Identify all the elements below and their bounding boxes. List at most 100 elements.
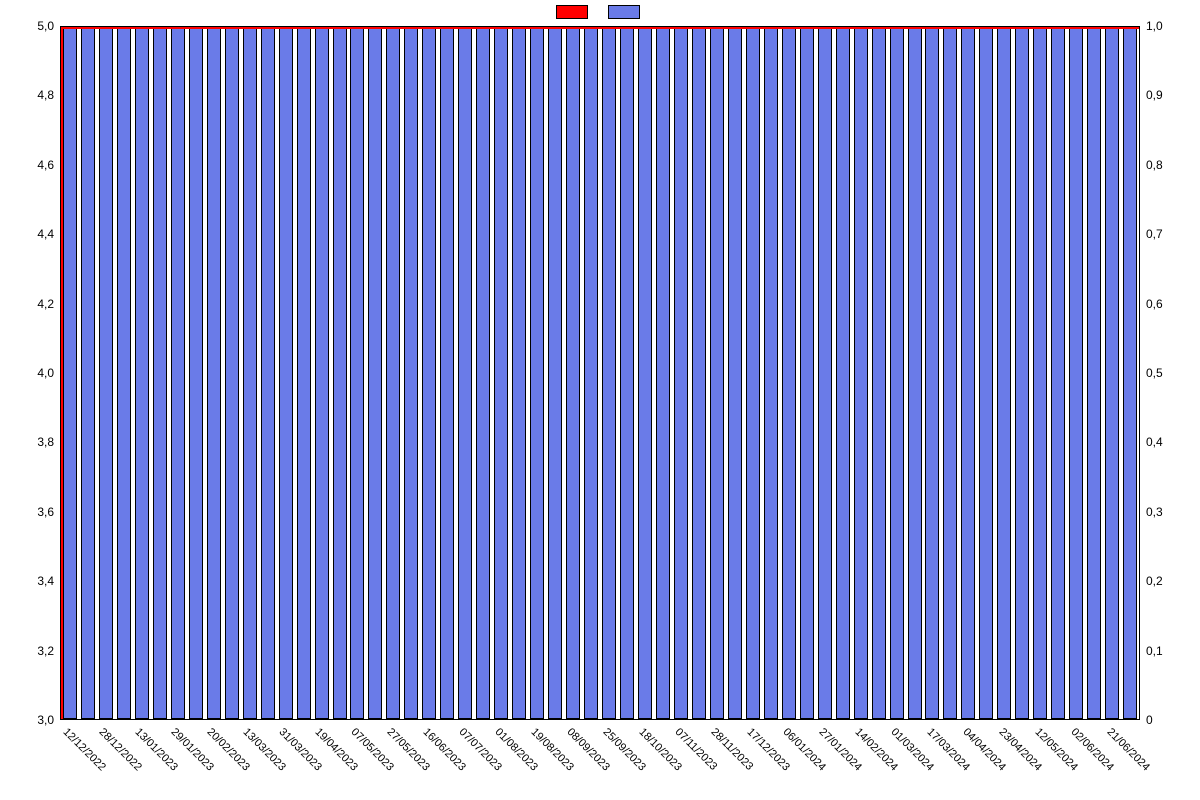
bar-slot bbox=[906, 27, 924, 719]
bar bbox=[404, 27, 418, 719]
bar bbox=[440, 27, 454, 719]
bar-slot bbox=[654, 27, 672, 719]
bar-slot bbox=[205, 27, 223, 719]
y-left-tick: 3,2 bbox=[0, 644, 60, 658]
bar bbox=[872, 27, 886, 719]
y-right-tick: 0,3 bbox=[1140, 505, 1200, 519]
bar-slot bbox=[546, 27, 564, 719]
bar bbox=[476, 27, 490, 719]
y-right-tick: 0,7 bbox=[1140, 227, 1200, 241]
bar-slot bbox=[816, 27, 834, 719]
bar bbox=[800, 27, 814, 719]
bar-slot bbox=[349, 27, 367, 719]
y-right-tick: 1,0 bbox=[1140, 19, 1200, 33]
bar bbox=[710, 27, 724, 719]
x-axis: 12/12/202228/12/202213/01/202329/01/2023… bbox=[60, 720, 1140, 800]
y-axis-right: 00,10,20,30,40,50,60,70,80,91,0 bbox=[1140, 26, 1200, 720]
bar-slot bbox=[331, 27, 349, 719]
bar bbox=[602, 27, 616, 719]
bar bbox=[333, 27, 347, 719]
bar-slot bbox=[456, 27, 474, 719]
bar-slot bbox=[600, 27, 618, 719]
bar bbox=[890, 27, 904, 719]
bar-slot bbox=[672, 27, 690, 719]
bar-slot bbox=[277, 27, 295, 719]
bar bbox=[81, 27, 95, 719]
bar-slot bbox=[187, 27, 205, 719]
bar-slot bbox=[888, 27, 906, 719]
bar bbox=[315, 27, 329, 719]
bar-slot bbox=[133, 27, 151, 719]
bar-slot bbox=[384, 27, 402, 719]
y-left-tick: 5,0 bbox=[0, 19, 60, 33]
bar bbox=[350, 27, 364, 719]
bar bbox=[548, 27, 562, 719]
bar-slot bbox=[1013, 27, 1031, 719]
bar bbox=[1033, 27, 1047, 719]
bar-slot bbox=[420, 27, 438, 719]
bar-slot bbox=[798, 27, 816, 719]
y-left-tick: 3,4 bbox=[0, 574, 60, 588]
series-line-top bbox=[61, 27, 1139, 29]
bar bbox=[638, 27, 652, 719]
bar-slot bbox=[169, 27, 187, 719]
bar bbox=[908, 27, 922, 719]
y-right-tick: 0,2 bbox=[1140, 574, 1200, 588]
bar-slot bbox=[780, 27, 798, 719]
bar-slot bbox=[223, 27, 241, 719]
bar bbox=[566, 27, 580, 719]
bar-slot bbox=[924, 27, 942, 719]
bar bbox=[207, 27, 221, 719]
bar-slot bbox=[528, 27, 546, 719]
y-right-tick: 0,8 bbox=[1140, 158, 1200, 172]
bar-slot bbox=[959, 27, 977, 719]
bar-slot bbox=[366, 27, 384, 719]
bar bbox=[422, 27, 436, 719]
bar-slot bbox=[79, 27, 97, 719]
bar-slot bbox=[151, 27, 169, 719]
bar-slot bbox=[61, 27, 79, 719]
bar-slot bbox=[618, 27, 636, 719]
bar bbox=[458, 27, 472, 719]
bar-slot bbox=[941, 27, 959, 719]
bar-slot bbox=[708, 27, 726, 719]
bar bbox=[1069, 27, 1083, 719]
bar bbox=[1105, 27, 1119, 719]
bar-slot bbox=[852, 27, 870, 719]
bar bbox=[818, 27, 832, 719]
bar-slot bbox=[510, 27, 528, 719]
y-left-tick: 3,8 bbox=[0, 435, 60, 449]
bar-slot bbox=[870, 27, 888, 719]
bar bbox=[997, 27, 1011, 719]
bar bbox=[368, 27, 382, 719]
bar bbox=[117, 27, 131, 719]
bar-slot bbox=[438, 27, 456, 719]
bars-layer bbox=[61, 27, 1139, 719]
legend-swatch-red-icon bbox=[556, 5, 588, 19]
bar-slot bbox=[295, 27, 313, 719]
y-left-tick: 4,0 bbox=[0, 366, 60, 380]
bar-slot bbox=[1121, 27, 1139, 719]
bar bbox=[243, 27, 257, 719]
bar bbox=[512, 27, 526, 719]
y-left-tick: 3,6 bbox=[0, 505, 60, 519]
series-line-left bbox=[61, 27, 63, 719]
bar-slot bbox=[995, 27, 1013, 719]
bar bbox=[189, 27, 203, 719]
bar bbox=[494, 27, 508, 719]
bar-slot bbox=[744, 27, 762, 719]
bar-slot bbox=[1049, 27, 1067, 719]
bar-slot bbox=[1085, 27, 1103, 719]
y-right-tick: 0,4 bbox=[1140, 435, 1200, 449]
bar bbox=[1015, 27, 1029, 719]
bar-slot bbox=[474, 27, 492, 719]
plot-area bbox=[60, 26, 1140, 720]
bar-slot bbox=[762, 27, 780, 719]
y-left-tick: 3,0 bbox=[0, 713, 60, 727]
bar-slot bbox=[402, 27, 420, 719]
bar bbox=[1051, 27, 1065, 719]
bar bbox=[656, 27, 670, 719]
bar-slot bbox=[636, 27, 654, 719]
legend-item-series-1 bbox=[556, 4, 592, 19]
y-left-tick: 4,8 bbox=[0, 88, 60, 102]
